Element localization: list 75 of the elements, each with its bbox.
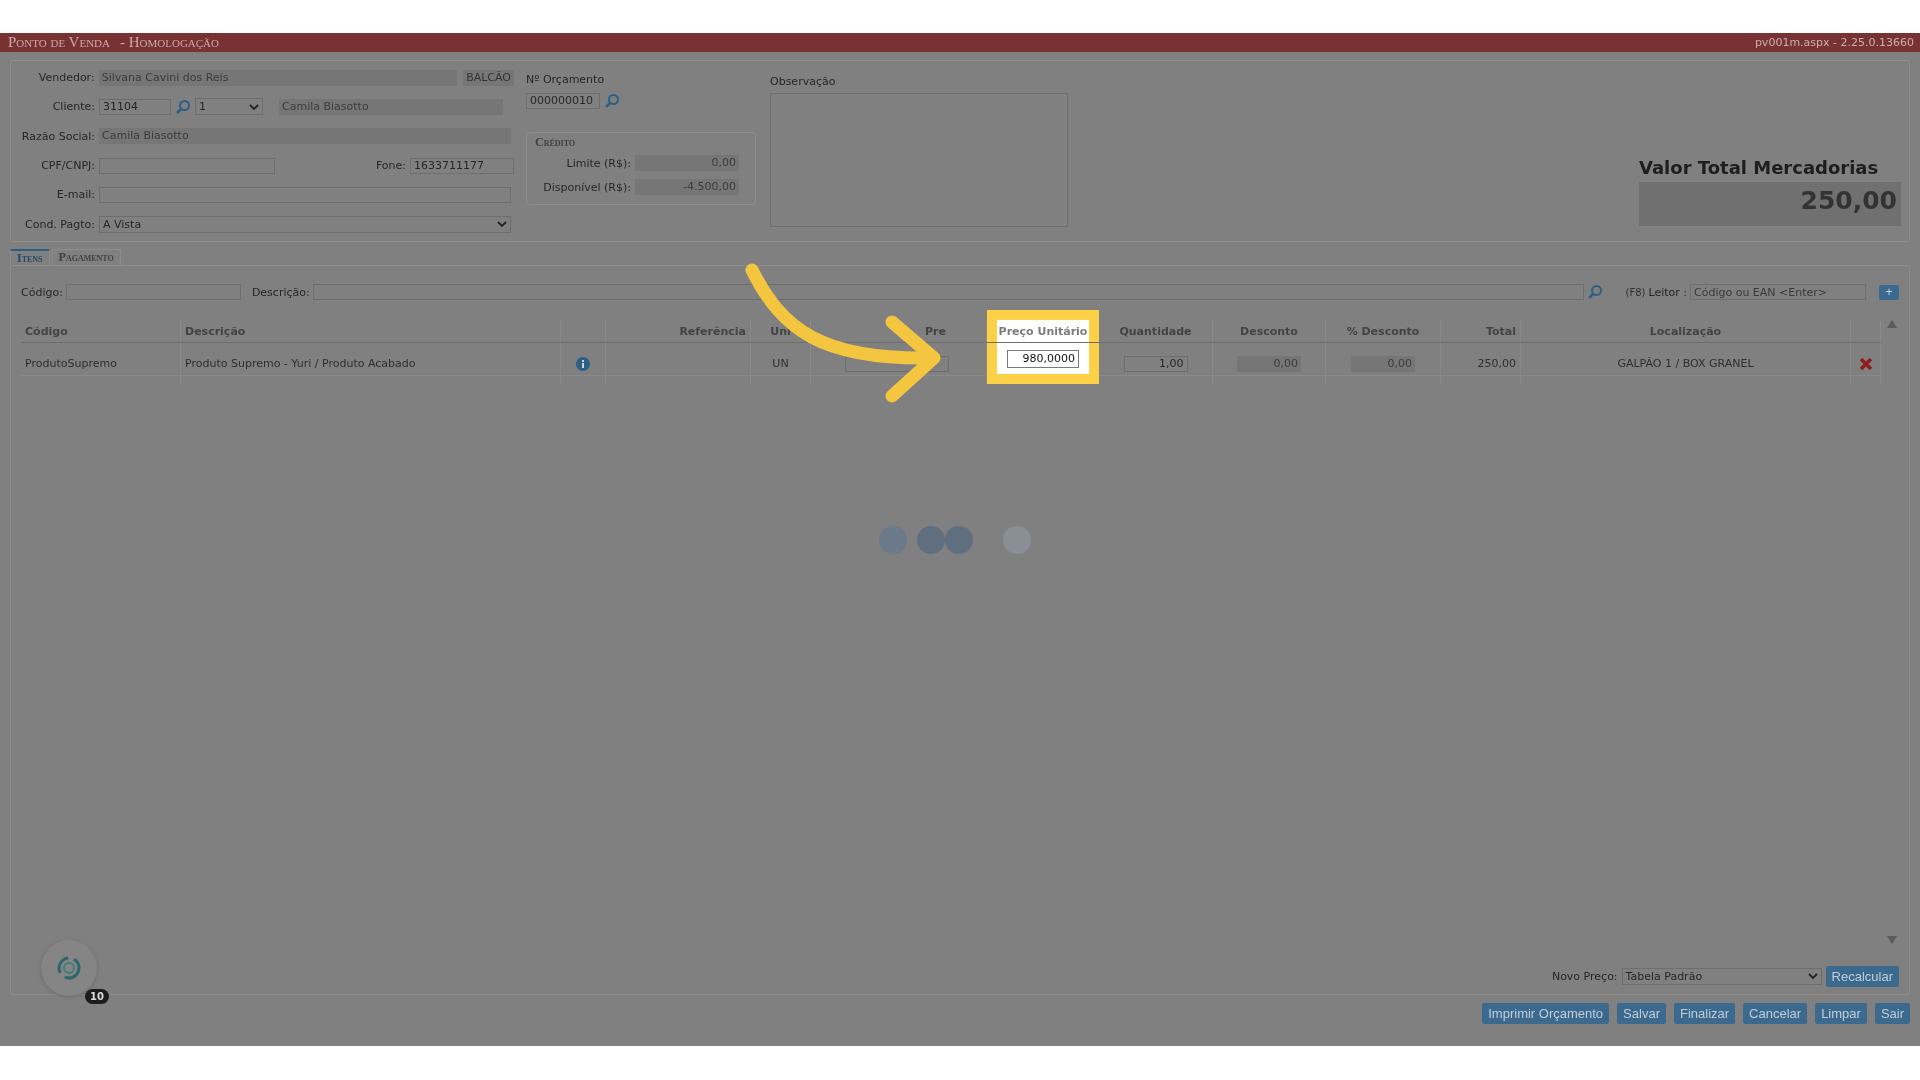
- client-name-field: Camila Biasotto: [279, 99, 503, 115]
- field-label: Limite (R$):: [565, 156, 631, 170]
- credit-title: Crédito: [535, 135, 577, 150]
- column-header: Preço Unitário: [987, 310, 1099, 342]
- search-icon[interactable]: [175, 99, 191, 115]
- payment-select[interactable]: A Vista: [99, 215, 511, 233]
- field-label: Observação: [770, 75, 837, 88]
- action-button[interactable]: Finalizar: [1673, 1003, 1736, 1024]
- discount-percent-field: 0,00: [1351, 355, 1415, 372]
- table-cell: Produto Supremo - Yuri / Produto Acabado: [181, 343, 561, 384]
- column-header: Localização: [1521, 320, 1851, 342]
- discount-field: 0,00: [1237, 355, 1301, 372]
- add-button[interactable]: +: [1879, 284, 1899, 300]
- field-label: Cliente:: [51, 100, 95, 114]
- count-badge: 10: [85, 989, 109, 1004]
- scroll-up-icon[interactable]: [1887, 320, 1897, 328]
- field-label: CPF/CNPJ:: [40, 159, 95, 173]
- column-header: Referência: [606, 320, 751, 342]
- table-cell: GALPÃO 1 / BOX GRANEL: [1521, 343, 1851, 384]
- search-icon[interactable]: [604, 93, 620, 109]
- company-name-field: Camila Biasotto: [99, 128, 511, 145]
- field-label: Descrição:: [251, 285, 310, 299]
- client-select[interactable]: 1: [195, 98, 263, 116]
- info-icon[interactable]: [576, 356, 590, 371]
- field-label: Cond. Pagto:: [24, 217, 95, 231]
- barcode-field[interactable]: Código ou EAN <Enter>: [1690, 284, 1866, 300]
- field-label: Código:: [21, 285, 63, 299]
- action-button[interactable]: Salvar: [1617, 1003, 1666, 1024]
- field-label: Fone:: [374, 159, 406, 173]
- unit-price-field[interactable]: 980,0000: [1007, 349, 1079, 368]
- action-button[interactable]: Cancelar: [1743, 1003, 1808, 1024]
- tab[interactable]: Itens: [10, 249, 50, 265]
- quote-number-field[interactable]: 000000010: [526, 93, 600, 109]
- column-header: Código: [21, 320, 181, 342]
- version-text: pv001m.aspx - 2.25.0.13660: [1754, 36, 1914, 49]
- action-button[interactable]: Imprimir Orçamento: [1482, 1003, 1610, 1024]
- column-header: Desconto: [1213, 320, 1326, 342]
- action-button[interactable]: Limpar: [1815, 1003, 1867, 1024]
- chevron-down-icon: [1807, 973, 1818, 979]
- action-button[interactable]: Sair: [1874, 1003, 1910, 1024]
- column-header: Total: [1441, 320, 1521, 342]
- field-label: Razão Social:: [20, 129, 95, 143]
- total-label: Valor Total Mercadorias: [1639, 157, 1880, 178]
- column-header: % Desconto: [1326, 320, 1441, 342]
- table-cell: 250,00: [1441, 343, 1521, 384]
- chevron-down-icon: [497, 221, 507, 228]
- search-icon[interactable]: [1586, 284, 1603, 300]
- recalculate-button[interactable]: Recalcular: [1825, 965, 1899, 987]
- credit-value-field: -4.500,00: [635, 179, 739, 195]
- client-code-field[interactable]: 31104: [99, 99, 171, 115]
- total-value: 250,00: [1639, 182, 1901, 226]
- scroll-down-icon[interactable]: [1887, 936, 1897, 944]
- field-label: Novo Preço:: [1551, 969, 1618, 983]
- phone-field[interactable]: 1633711177: [410, 157, 514, 174]
- field-label: Leitor :: [1648, 285, 1687, 299]
- column-header: Descrição: [181, 320, 561, 342]
- window-subtitle: - Homologação: [120, 34, 219, 51]
- column-header: Quantidade: [1099, 320, 1213, 342]
- field-label: Nº Orçamento: [526, 73, 606, 86]
- column-header: Uni: [751, 320, 811, 342]
- tab[interactable]: Pagamento: [51, 249, 121, 265]
- table-cell: ProdutoSupremo: [21, 343, 181, 384]
- window-title: Ponto de Venda: [8, 34, 110, 51]
- delete-icon[interactable]: [1858, 356, 1873, 371]
- price-table-select[interactable]: Tabela Padrão: [1621, 967, 1822, 985]
- field-label: E-mail:: [55, 188, 95, 202]
- store-tag: BALCÃO: [463, 69, 514, 86]
- description-field[interactable]: [312, 284, 1584, 300]
- field-label: Disponível (R$):: [542, 180, 631, 194]
- chevron-down-icon: [249, 104, 259, 110]
- field-label: Vendedor:: [37, 71, 95, 85]
- quantity-field[interactable]: 1,00: [1123, 355, 1188, 372]
- shortcut-hint: (F8): [1625, 286, 1646, 298]
- credit-value-field: 0,00: [635, 155, 739, 171]
- table-cell: UN: [751, 343, 811, 384]
